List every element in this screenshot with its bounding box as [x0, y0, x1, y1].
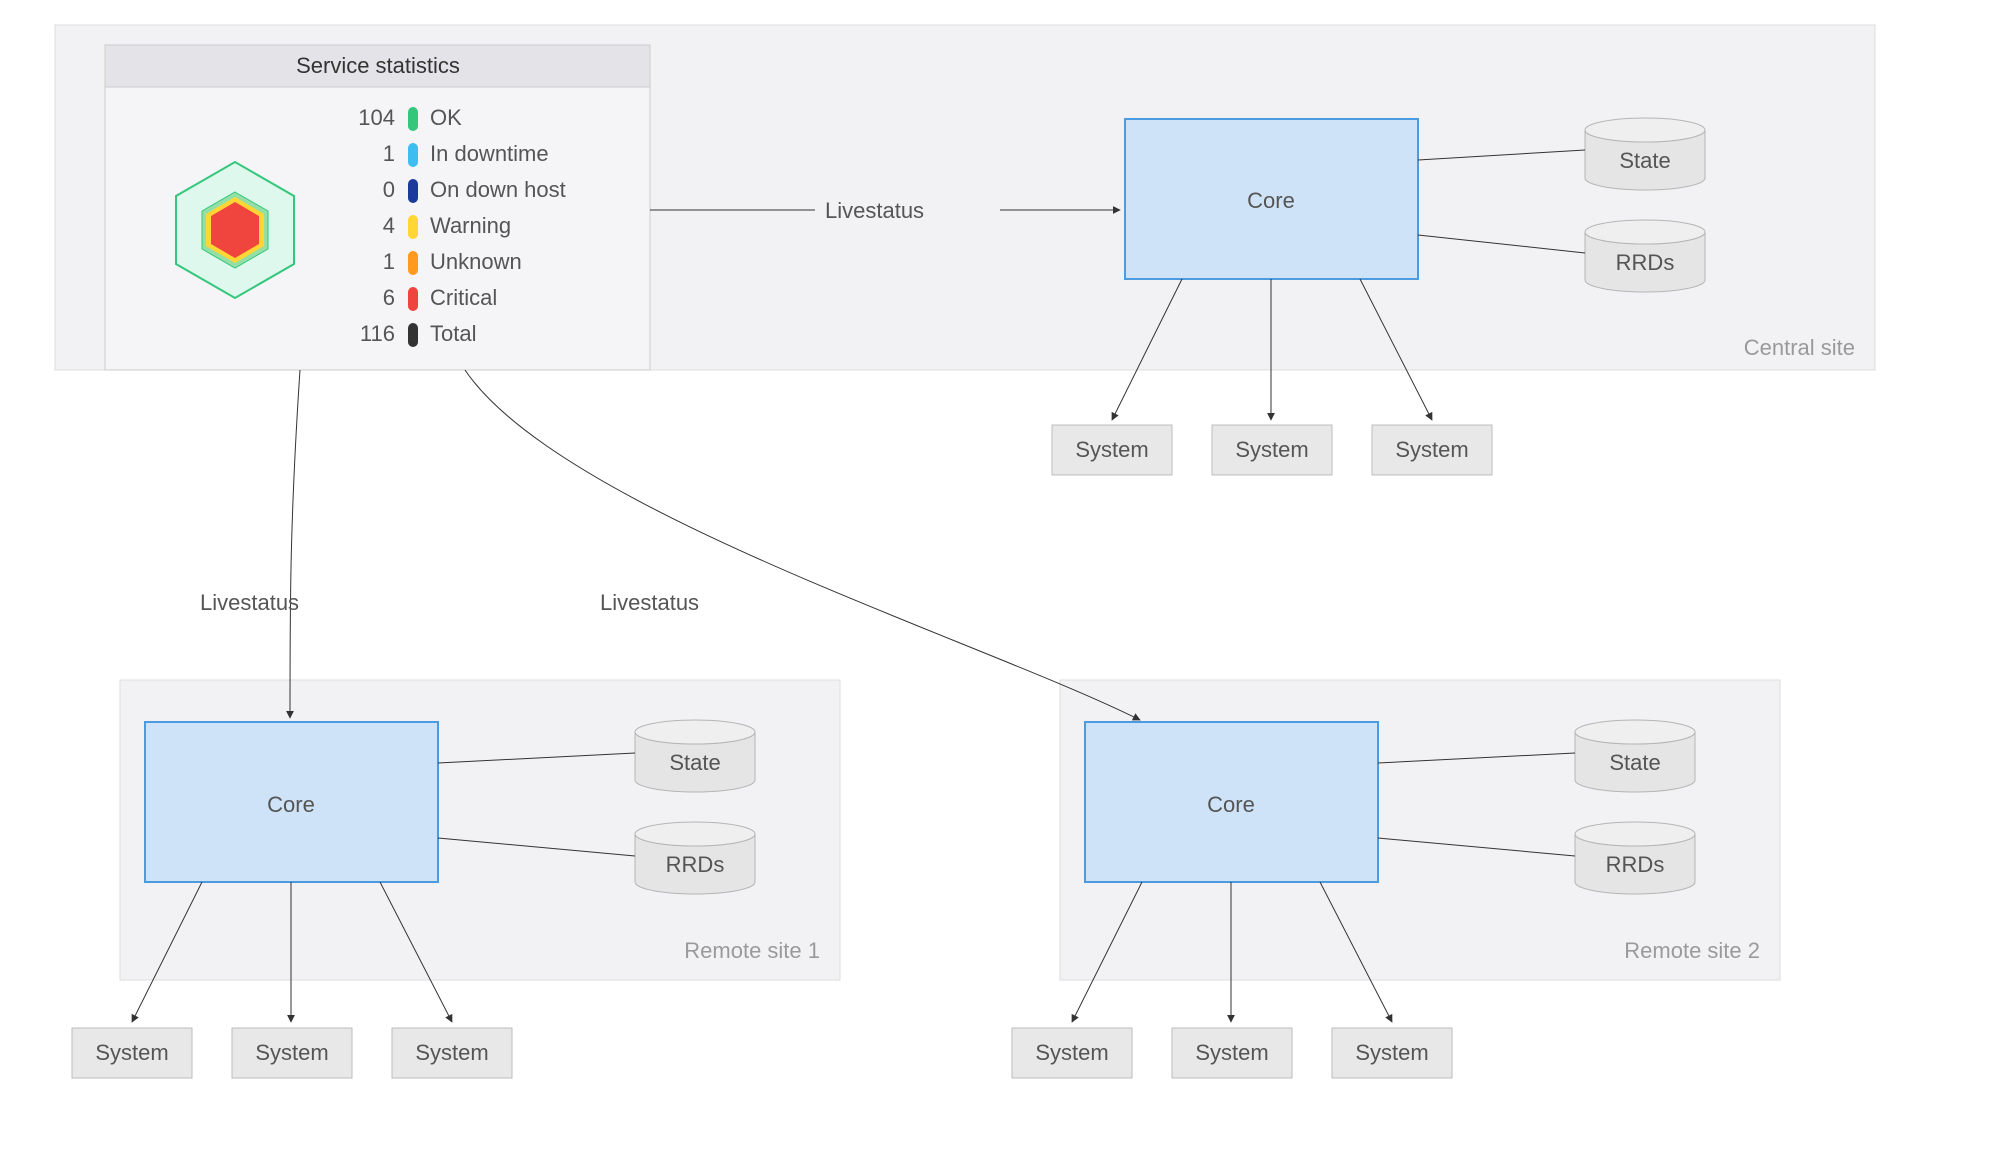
stat-label: Total: [430, 321, 476, 346]
remote2-core-label: Core: [1207, 792, 1255, 817]
remote1-db-rrds-label: RRDs: [666, 852, 725, 877]
stat-label: Unknown: [430, 249, 522, 274]
remote2-db-state-label: State: [1609, 750, 1660, 775]
system-label: System: [255, 1040, 328, 1065]
system-label: System: [1075, 437, 1148, 462]
stat-pill: [408, 251, 418, 275]
stat-pill: [408, 143, 418, 167]
architecture-diagram: Central site Service statistics 104OK1In…: [0, 0, 2000, 1150]
system-label: System: [95, 1040, 168, 1065]
remote1-core-label: Core: [267, 792, 315, 817]
stat-pill: [408, 323, 418, 347]
remote1-label: Remote site 1: [684, 938, 820, 963]
stat-pill: [408, 179, 418, 203]
stat-pill: [408, 107, 418, 131]
stat-pill: [408, 215, 418, 239]
stats-panel: Service statistics 104 OK 1 In downtime 0 On …: [105, 45, 650, 370]
stat-value: 116: [360, 321, 395, 346]
system-label: System: [415, 1040, 488, 1065]
system-label: System: [1395, 437, 1468, 462]
central-site-label: Central site: [1744, 335, 1855, 360]
stat-label: OK: [430, 105, 462, 130]
stat-value: 0: [383, 177, 395, 202]
stat-value: 104: [358, 105, 395, 130]
system-label: System: [1195, 1040, 1268, 1065]
central-core-label: Core: [1247, 188, 1295, 213]
stats-title: Service statistics: [296, 53, 460, 78]
remote2-db-rrds-label: RRDs: [1606, 852, 1665, 877]
livestatus-label-remote2: Livestatus: [600, 590, 699, 615]
system-label: System: [1355, 1040, 1428, 1065]
stat-label: On down host: [430, 177, 566, 202]
central-db-rrds-label: RRDs: [1616, 250, 1675, 275]
livestatus-label-central: Livestatus: [825, 198, 924, 223]
stat-value: 1: [383, 249, 395, 274]
stat-pill: [408, 287, 418, 311]
stat-value: 4: [383, 213, 395, 238]
stat-value: 6: [383, 285, 395, 310]
remote1-db-state-label: State: [669, 750, 720, 775]
stat-label: In downtime: [430, 141, 549, 166]
remote2-label: Remote site 2: [1624, 938, 1760, 963]
livestatus-label-remote1: Livestatus: [200, 590, 299, 615]
stat-label: Warning: [430, 213, 511, 238]
central-db-state-label: State: [1619, 148, 1670, 173]
stat-value: 1: [383, 141, 395, 166]
stat-label: Critical: [430, 285, 497, 310]
system-label: System: [1235, 437, 1308, 462]
system-label: System: [1035, 1040, 1108, 1065]
